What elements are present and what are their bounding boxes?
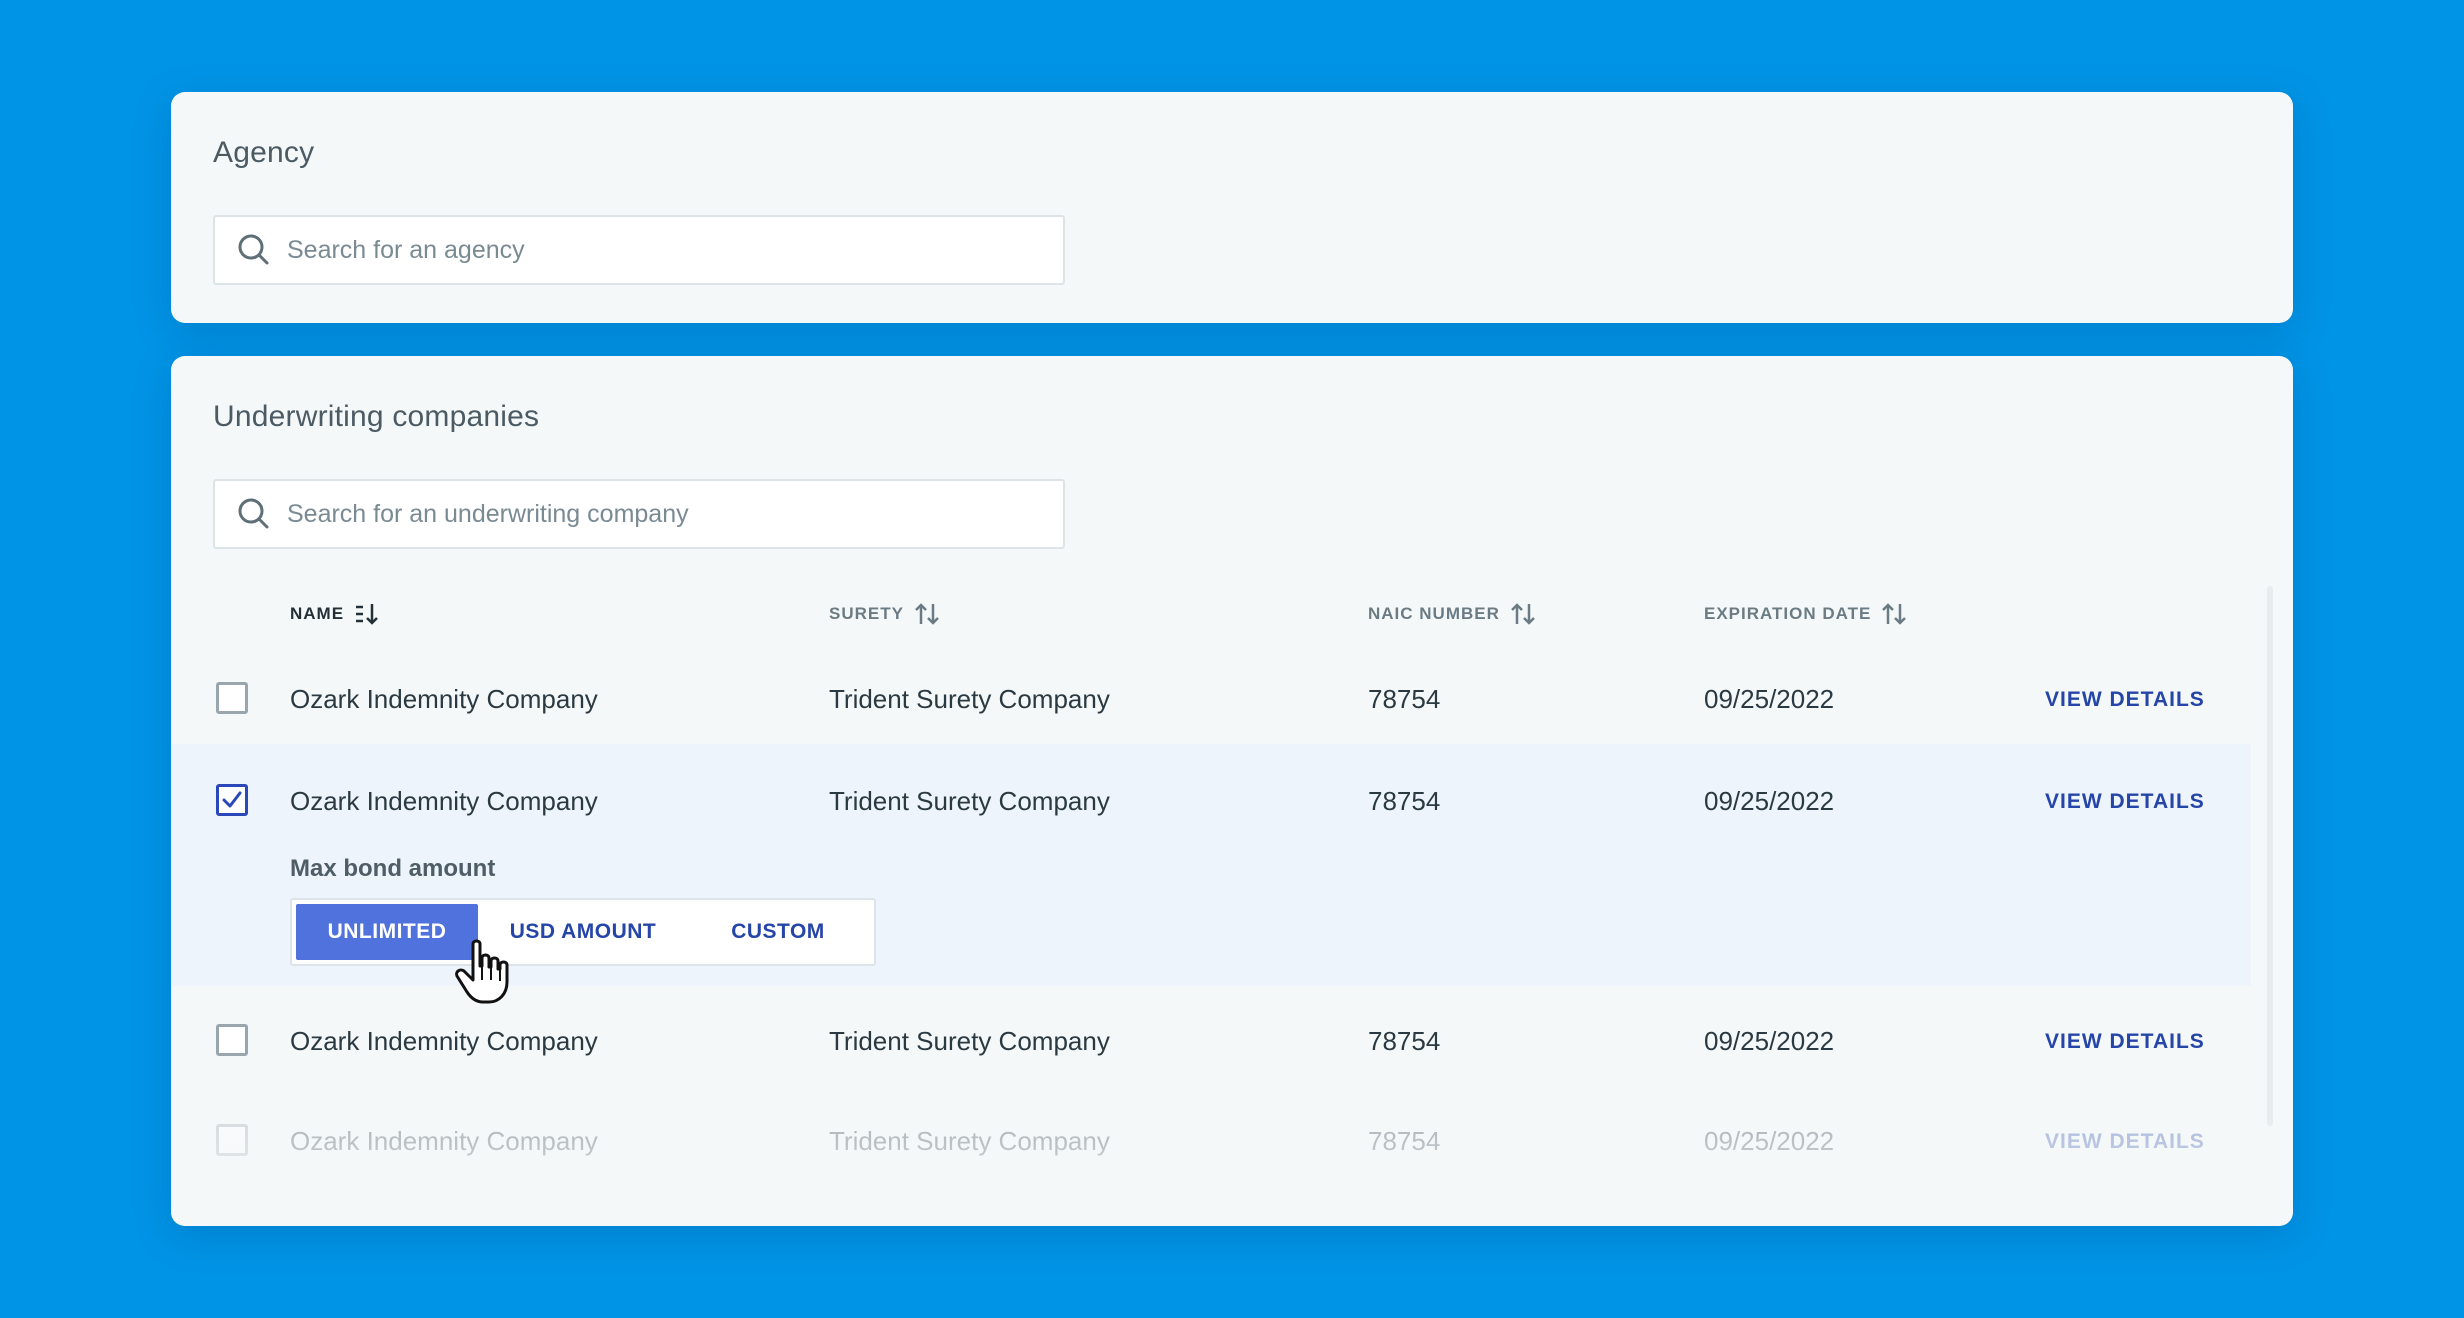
row-expiration: 09/25/2022: [1704, 1126, 1835, 1156]
view-details-link[interactable]: VIEW DETAILS: [2045, 1130, 2205, 1154]
agency-search-input[interactable]: [287, 235, 1047, 265]
row-expiration: 09/25/2022: [1704, 1026, 1835, 1056]
column-header-expiration[interactable]: EXPIRATION DATE: [1704, 602, 1907, 626]
max-bond-selector: UNLIMITED USD AMOUNT CUSTOM: [290, 898, 876, 966]
row-checkbox[interactable]: [216, 1024, 248, 1056]
row-checkbox[interactable]: [216, 1124, 248, 1156]
row-name: Ozark Indemnity Company: [290, 786, 598, 816]
table-scrollbar[interactable]: [2267, 586, 2273, 1126]
sort-icon: [1881, 602, 1907, 626]
row-naic: 78754: [1368, 684, 1441, 714]
search-icon: [237, 497, 271, 531]
column-header-surety[interactable]: SURETY: [829, 602, 940, 626]
row-surety: Trident Surety Company: [829, 684, 1110, 714]
view-details-link[interactable]: VIEW DETAILS: [2045, 1030, 2205, 1054]
agency-card: Agency: [171, 92, 2293, 323]
row-checkbox-checked[interactable]: [216, 784, 248, 816]
underwriting-search-input[interactable]: [287, 499, 1047, 529]
row-name: Ozark Indemnity Company: [290, 1026, 598, 1056]
column-surety-label: SURETY: [829, 604, 904, 623]
column-header-name[interactable]: NAME: [290, 602, 380, 626]
row-checkbox[interactable]: [216, 682, 248, 714]
search-icon: [237, 233, 271, 267]
sort-descending-icon: [354, 602, 380, 626]
row-naic: 78754: [1368, 1126, 1441, 1156]
hand-pointer-icon: [455, 939, 509, 1004]
row-expiration: 09/25/2022: [1704, 786, 1835, 816]
table-row: Ozark Indemnity Company Trident Surety C…: [171, 644, 2251, 744]
underwriting-card: Underwriting companies NAME SURETY NAIC …: [171, 356, 2293, 1226]
agency-title: Agency: [213, 136, 315, 169]
row-name: Ozark Indemnity Company: [290, 684, 598, 714]
table-header: NAME SURETY NAIC NUMBER EXPIRATION DATE: [171, 584, 2251, 644]
column-name-label: NAME: [290, 604, 345, 623]
row-expiration: 09/25/2022: [1704, 684, 1835, 714]
underwriting-title: Underwriting companies: [213, 400, 540, 433]
row-surety: Trident Surety Company: [829, 1126, 1110, 1156]
underwriting-search[interactable]: [213, 479, 1065, 549]
row-naic: 78754: [1368, 1026, 1441, 1056]
row-naic: 78754: [1368, 786, 1441, 816]
sort-icon: [1510, 602, 1536, 626]
option-custom-button[interactable]: CUSTOM: [688, 904, 868, 960]
checkmark-icon: [222, 791, 242, 808]
view-details-link[interactable]: VIEW DETAILS: [2045, 790, 2205, 814]
column-expiration-label: EXPIRATION DATE: [1704, 604, 1872, 623]
table-row: Ozark Indemnity Company Trident Surety C…: [171, 1086, 2251, 1186]
row-surety: Trident Surety Company: [829, 1026, 1110, 1056]
column-naic-label: NAIC NUMBER: [1368, 604, 1500, 623]
sort-icon: [914, 602, 940, 626]
row-surety: Trident Surety Company: [829, 786, 1110, 816]
agency-search[interactable]: [213, 215, 1065, 285]
column-header-naic[interactable]: NAIC NUMBER: [1368, 602, 1536, 626]
max-bond-label: Max bond amount: [290, 855, 496, 882]
row-name: Ozark Indemnity Company: [290, 1126, 598, 1156]
view-details-link[interactable]: VIEW DETAILS: [2045, 688, 2205, 712]
